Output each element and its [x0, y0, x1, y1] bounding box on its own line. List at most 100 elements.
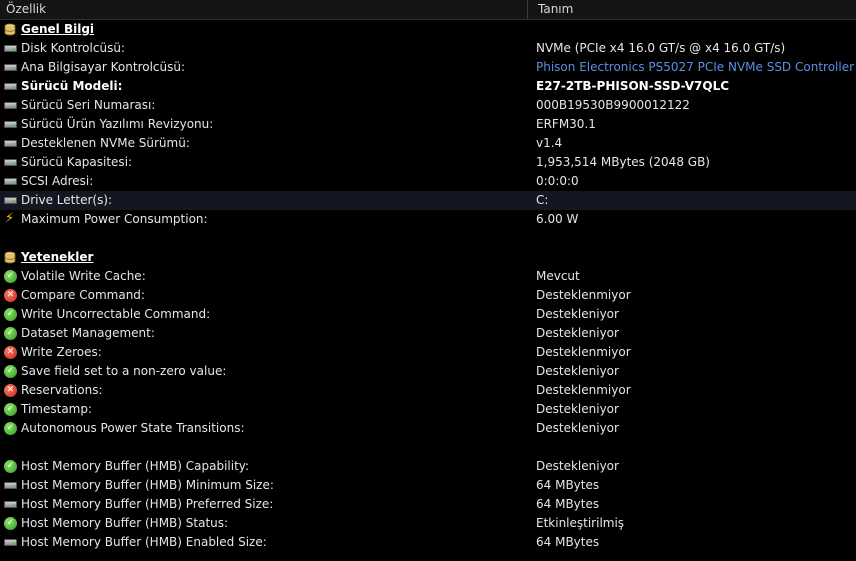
property-label: Compare Command: — [21, 288, 145, 302]
property-label: Sürücü Ürün Yazılımı Revizyonu: — [21, 117, 214, 131]
drive-icon — [4, 45, 17, 52]
drive-icon — [4, 83, 17, 90]
list-item[interactable]: ✕ Reservations: Desteklenmiyor — [0, 381, 856, 400]
property-label: Reservations: — [21, 383, 103, 397]
list-item[interactable]: Sürücü Seri Numarası: 000B19530B990001212… — [0, 96, 856, 115]
database-icon — [4, 23, 16, 36]
drive-icon — [4, 102, 17, 109]
property-label: Host Memory Buffer (HMB) Status: — [21, 516, 229, 530]
list-item[interactable]: Host Memory Buffer (HMB) Minimum Size: 64… — [0, 476, 856, 495]
property-value: Destekleniyor — [536, 421, 619, 435]
property-value: 000B19530B9900012122 — [536, 98, 690, 112]
list-item[interactable]: ✓ Write Uncorrectable Command: Destekleniy… — [0, 305, 856, 324]
property-label: Host Memory Buffer (HMB) Capability: — [21, 459, 250, 473]
column-header-property[interactable]: Özellik — [0, 0, 528, 19]
property-label: SCSI Adresi: — [21, 174, 94, 188]
property-label: Disk Kontrolcüsü: — [21, 41, 125, 55]
list-item[interactable]: Sürücü Ürün Yazılımı Revizyonu: ERFM30.1 — [0, 115, 856, 134]
drive-icon — [4, 539, 17, 546]
property-value: v1.4 — [536, 136, 563, 150]
database-icon — [4, 251, 16, 264]
property-value: 1,953,514 MBytes (2048 GB) — [536, 155, 710, 169]
property-value: E27-2TB-PHISON-SSD-V7QLC — [536, 79, 730, 93]
list-item[interactable]: Host Memory Buffer (HMB) Preferred Size:… — [0, 495, 856, 514]
property-value: Destekleniyor — [536, 326, 619, 340]
property-value: C: — [536, 193, 549, 207]
drive-icon — [4, 121, 17, 128]
list-item[interactable]: Drive Letter(s): C: — [0, 191, 856, 210]
property-label: Autonomous Power State Transitions: — [21, 421, 245, 435]
drive-icon — [4, 178, 17, 185]
section-title: Genel Bilgi — [21, 22, 95, 36]
list-item[interactable]: Sürücü Modeli: E27-2TB-PHISON-SSD-V7QLC — [0, 77, 856, 96]
list-item[interactable]: ✕ Write Zeroes: Desteklenmiyor — [0, 343, 856, 362]
list-item[interactable]: ✓ Timestamp: Destekleniyor — [0, 400, 856, 419]
drive-icon — [4, 159, 17, 166]
list-item[interactable]: ✓ Autonomous Power State Transitions: Dest… — [0, 419, 856, 438]
property-label: Timestamp: — [21, 402, 93, 416]
list-item[interactable]: Host Memory Buffer (HMB) Enabled Size: 64… — [0, 533, 856, 552]
property-value: Mevcut — [536, 269, 580, 283]
property-value: Destekleniyor — [536, 364, 619, 378]
property-value: 64 MBytes — [536, 478, 600, 492]
drive-icon — [4, 197, 17, 204]
list-item[interactable]: SCSI Adresi: 0:0:0:0 — [0, 172, 856, 191]
property-value: Etkinleştirilmiş — [536, 516, 625, 530]
list-item[interactable]: ⚡ Maximum Power Consumption: 6.00 W — [0, 210, 856, 229]
section-header[interactable]: Yetenekler — [0, 248, 856, 267]
drive-icon — [4, 140, 17, 147]
list-item[interactable]: Sürücü Kapasitesi: 1,953,514 MBytes (2048… — [0, 153, 856, 172]
list-item[interactable]: ✕ Compare Command: Desteklenmiyor — [0, 286, 856, 305]
property-label: Host Memory Buffer (HMB) Preferred Size: — [21, 497, 274, 511]
property-value-link[interactable]: Phison Electronics PS5027 PCIe NVMe SSD … — [536, 58, 854, 77]
list-item[interactable]: Disk Kontrolcüsü: NVMe (PCIe x4 16.0 GT/s… — [0, 39, 856, 58]
check-icon: ✓ — [4, 517, 17, 530]
check-icon: ✓ — [4, 365, 17, 378]
list-item[interactable]: ✓ Dataset Management: Destekleniyor — [0, 324, 856, 343]
list-item[interactable]: Desteklenen NVMe Sürümü: v1.4 — [0, 134, 856, 153]
property-value: 0:0:0:0 — [536, 174, 579, 188]
property-label: Dataset Management: — [21, 326, 155, 340]
cross-icon: ✕ — [4, 346, 17, 359]
list-item[interactable]: ✓ Volatile Write Cache: Mevcut — [0, 267, 856, 286]
check-icon: ✓ — [4, 308, 17, 321]
property-value: Destekleniyor — [536, 307, 619, 321]
property-label: Save field set to a non-zero value: — [21, 364, 227, 378]
property-value: Destekleniyor — [536, 402, 619, 416]
check-icon: ✓ — [4, 422, 17, 435]
property-value: 6.00 W — [536, 212, 579, 226]
property-label: Host Memory Buffer (HMB) Minimum Size: — [21, 478, 274, 492]
drive-icon — [4, 501, 17, 508]
property-label: Sürücü Modeli: — [21, 79, 123, 93]
check-icon: ✓ — [4, 327, 17, 340]
drive-icon — [4, 482, 17, 489]
property-value: NVMe (PCIe x4 16.0 GT/s @ x4 16.0 GT/s) — [536, 41, 786, 55]
property-value: Desteklenmiyor — [536, 383, 631, 397]
list-item[interactable]: ✓ Save field set to a non-zero value: Dest… — [0, 362, 856, 381]
list-item[interactable]: ✓ Host Memory Buffer (HMB) Status: Etkinle… — [0, 514, 856, 533]
property-value: 64 MBytes — [536, 535, 600, 549]
column-header-description[interactable]: Tanım — [529, 0, 856, 19]
check-icon: ✓ — [4, 460, 17, 473]
list-item[interactable]: Ana Bilgisayar Kontrolcüsü: Phison Electr… — [0, 58, 856, 77]
check-icon: ✓ — [4, 270, 17, 283]
property-value: Desteklenmiyor — [536, 345, 631, 359]
property-value: Destekleniyor — [536, 459, 619, 473]
list-item[interactable]: ✓ Host Memory Buffer (HMB) Capability: Des… — [0, 457, 856, 476]
section-header[interactable]: Genel Bilgi — [0, 20, 856, 39]
property-label: Sürücü Seri Numarası: — [21, 98, 156, 112]
property-label: Volatile Write Cache: — [21, 269, 146, 283]
lightning-icon: ⚡ — [5, 211, 15, 226]
cross-icon: ✕ — [4, 384, 17, 397]
property-list: Genel Bilgi Disk Kontrolcüsü: NVMe (PCIe x… — [0, 20, 856, 552]
property-label: Write Zeroes: — [21, 345, 102, 359]
property-value: ERFM30.1 — [536, 117, 596, 131]
property-label: Drive Letter(s): — [21, 193, 113, 207]
column-header: Özellik Tanım — [0, 0, 856, 20]
property-value: 64 MBytes — [536, 497, 600, 511]
property-label: Write Uncorrectable Command: — [21, 307, 211, 321]
property-label: Sürücü Kapasitesi: — [21, 155, 133, 169]
property-label: Maximum Power Consumption: — [21, 212, 208, 226]
